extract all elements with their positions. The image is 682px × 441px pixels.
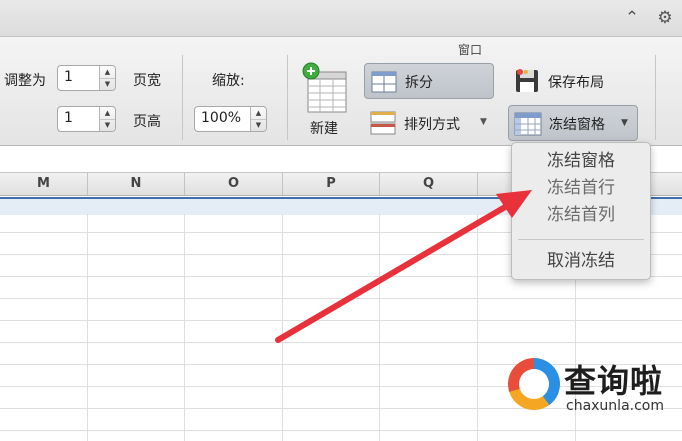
watermark-brand: 查询啦 xyxy=(564,362,664,400)
watermark-logo-inner xyxy=(519,369,549,399)
watermark-url: chaxunla.com xyxy=(566,398,664,414)
